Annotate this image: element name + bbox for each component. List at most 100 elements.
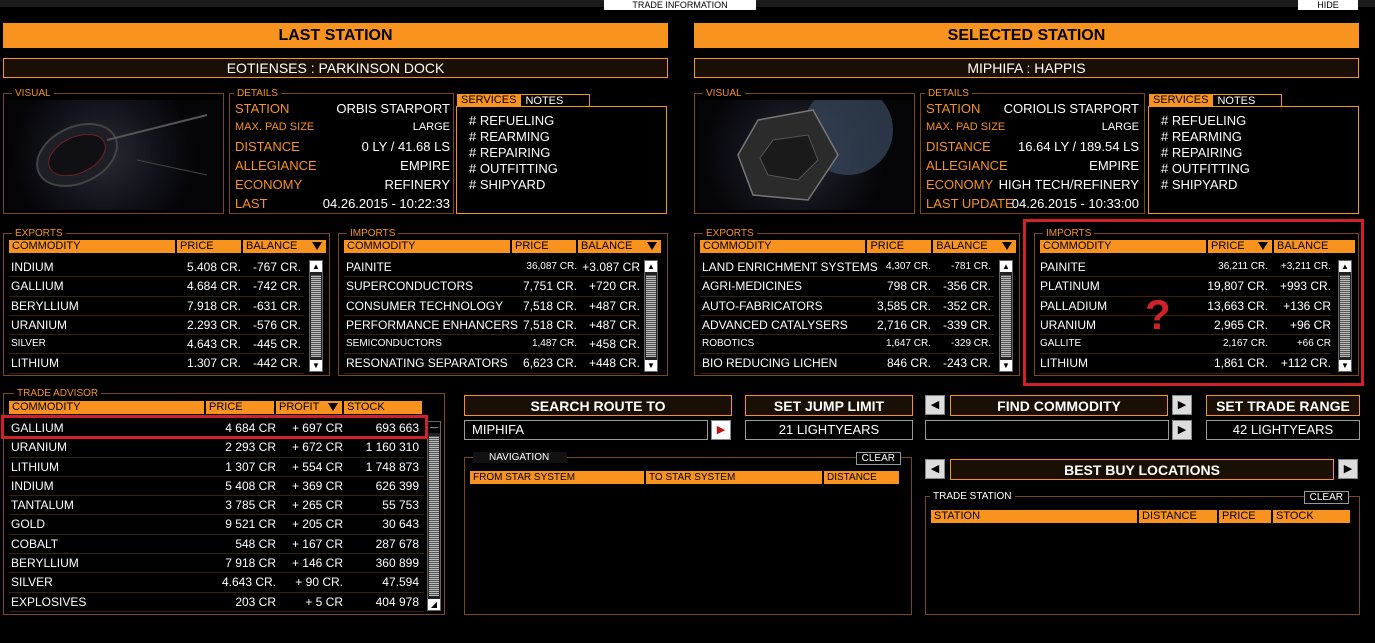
table-row[interactable]: LITHIUM 1 307 CR + 554 CR 1 748 873 xyxy=(9,458,424,477)
selected-station-header: SELECTED STATION xyxy=(694,23,1359,48)
table-row[interactable]: BERYLLIUM 7 918 CR + 146 CR 360 899 xyxy=(9,554,424,574)
scroll-up-icon[interactable]: — xyxy=(428,422,440,433)
scroll-thumb[interactable] xyxy=(646,275,656,357)
scroll-down-icon[interactable]: ▼ xyxy=(1000,360,1012,371)
col-price[interactable]: PRICE xyxy=(867,240,932,253)
col-to-star-system[interactable]: TO STAR SYSTEM xyxy=(646,471,822,484)
play-arrow-icon[interactable]: ▶ xyxy=(1172,420,1192,440)
previous-arrow-icon[interactable]: ◀ xyxy=(925,459,945,479)
table-row[interactable]: COBALT 548 CR + 167 CR 287 678 xyxy=(9,535,424,555)
find-commodity-input[interactable] xyxy=(925,420,1169,440)
exports-scrollbar[interactable]: ▲ ▼ xyxy=(309,260,323,372)
col-price[interactable]: PRICE xyxy=(206,401,274,414)
table-row[interactable]: AUTO-FABRICATORS 3,585 CR. -352 CR. xyxy=(700,297,994,316)
scroll-down-icon[interactable]: ▼ xyxy=(645,360,657,371)
jump-limit-input[interactable]: 21 LIGHTYEARS xyxy=(745,420,913,440)
col-balance[interactable]: BALANCE xyxy=(933,240,1016,253)
scroll-up-icon[interactable]: ▲ xyxy=(645,261,657,272)
col-profit[interactable]: PROFIT xyxy=(276,401,342,414)
last-services-box: SERVICES NOTES # REFUELING # REARMING # … xyxy=(456,94,667,214)
col-commodity[interactable]: COMMODITY xyxy=(344,240,510,253)
detail-row: LAST 04.26.2015 - 10:22:33 xyxy=(235,196,450,211)
table-row[interactable]: INDIUM 5.408 CR. -767 CR. xyxy=(9,258,304,278)
trade-advisor-title: TRADE ADVISOR xyxy=(14,388,102,399)
find-commodity-button[interactable]: FIND COMMODITY xyxy=(950,395,1168,416)
table-row[interactable]: SILVER 4.643 CR. + 90 CR. 47.594 xyxy=(9,573,424,593)
col-stock[interactable]: STOCK xyxy=(1273,510,1350,523)
previous-arrow-icon[interactable]: ◀ xyxy=(925,395,945,415)
table-row[interactable]: EXPLOSIVES 203 CR + 5 CR 404 978 xyxy=(9,593,424,612)
table-row[interactable]: INDIUM 5 408 CR + 369 CR 626 399 xyxy=(9,477,424,497)
col-from-star-system[interactable]: FROM STAR SYSTEM xyxy=(470,471,644,484)
col-distance[interactable]: DISTANCE xyxy=(824,471,899,484)
scroll-up-icon[interactable]: ▲ xyxy=(310,261,322,272)
set-jump-limit-button[interactable]: SET JUMP LIMIT xyxy=(745,395,913,416)
col-distance[interactable]: DISTANCE xyxy=(1139,510,1217,523)
table-row[interactable]: LITHIUM 1.307 CR. -442 CR. xyxy=(9,354,304,374)
table-row[interactable]: RESONATING SEPARATORS 6,623 CR. +448 CR. xyxy=(344,354,640,374)
best-buy-locations-button[interactable]: BEST BUY LOCATIONS xyxy=(950,459,1334,480)
table-row[interactable]: URANIUM 2.293 CR. -576 CR. xyxy=(9,316,304,336)
advisor-scrollbar[interactable]: — ◢ xyxy=(427,421,441,611)
col-commodity[interactable]: COMMODITY xyxy=(9,401,204,414)
tab-notes[interactable]: NOTES xyxy=(1212,94,1283,107)
trade-station-panel: TRADE STATION CLEAR STATION DISTANCE PRI… xyxy=(925,491,1360,615)
service-item: # REFUELING xyxy=(469,113,555,128)
last-details-panel: DETAILS STATION ORBIS STARPORT MAX. PAD S… xyxy=(229,88,454,214)
exports-scrollbar[interactable]: ▲ ▼ xyxy=(999,260,1013,372)
scroll-down-icon[interactable]: ▼ xyxy=(310,360,322,371)
table-row[interactable]: ROBOTICS 1,647 CR. -329 CR. xyxy=(700,335,994,355)
table-row[interactable]: GOLD 9 521 CR + 205 CR 30 643 xyxy=(9,515,424,535)
trade-information-tab[interactable]: TRADE INFORMATION xyxy=(604,0,756,10)
col-balance[interactable]: BALANCE xyxy=(243,240,326,253)
col-price[interactable]: PRICE xyxy=(512,240,576,253)
coriolis-station-image xyxy=(737,100,893,201)
col-commodity[interactable]: COMMODITY xyxy=(700,240,866,253)
table-row[interactable]: GALLIUM 4.684 CR. -742 CR. xyxy=(9,277,304,297)
table-row[interactable]: PAINITE 36,087 CR. +3.087 CR xyxy=(344,258,640,278)
search-route-input[interactable]: MIPHIFA xyxy=(464,420,708,440)
table-row[interactable]: URANIUM 2 293 CR + 672 CR 1 160 310 xyxy=(9,438,424,458)
last-exports-panel: EXPORTS COMMODITY PRICE BALANCE INDIUM 5.… xyxy=(3,228,330,376)
next-arrow-icon[interactable]: ▶ xyxy=(1172,395,1192,415)
play-arrow-icon[interactable]: ▶ xyxy=(711,420,731,440)
scroll-thumb[interactable] xyxy=(1001,275,1011,357)
table-row[interactable]: LAND ENRICHMENT SYSTEMS 4,307 CR. -781 CR. xyxy=(700,258,994,278)
hide-button[interactable]: HIDE xyxy=(1298,0,1358,10)
clear-navigation-button[interactable]: CLEAR xyxy=(855,452,901,465)
col-station[interactable]: STATION xyxy=(931,510,1137,523)
imports-rows: PAINITE 36,087 CR. +3.087 CR SUPERCONDUCTO… xyxy=(344,258,640,374)
next-arrow-icon[interactable]: ▶ xyxy=(1338,459,1358,479)
tab-notes[interactable]: NOTES xyxy=(520,94,591,107)
table-row[interactable]: AGRI-MEDICINES 798 CR. -356 CR. xyxy=(700,277,994,297)
tab-services[interactable]: SERVICES xyxy=(457,94,521,107)
scroll-thumb[interactable] xyxy=(311,275,321,357)
table-row[interactable]: BERYLLIUM 7.918 CR. -631 CR. xyxy=(9,297,304,316)
exports-title: EXPORTS xyxy=(703,228,757,239)
scroll-up-icon[interactable]: ▲ xyxy=(1000,261,1012,272)
table-row[interactable]: SILVER 4.643 CR. -445 CR. xyxy=(9,335,304,355)
table-row[interactable]: BIO REDUCING LICHEN 846 CR. -243 CR. xyxy=(700,354,994,374)
table-row[interactable]: TANTALUM 3 785 CR + 265 CR 55 753 xyxy=(9,496,424,516)
set-trade-range-button[interactable]: SET TRADE RANGE xyxy=(1206,395,1360,416)
col-balance[interactable]: BALANCE xyxy=(578,240,661,253)
tab-services[interactable]: SERVICES xyxy=(1149,94,1213,107)
col-commodity[interactable]: COMMODITY xyxy=(9,240,175,253)
table-row[interactable]: CONSUMER TECHNOLOGY 7,518 CR. +487 CR. xyxy=(344,297,640,316)
search-route-to-button[interactable]: SEARCH ROUTE TO xyxy=(464,395,732,416)
clear-trade-station-button[interactable]: CLEAR xyxy=(1303,491,1349,504)
scroll-thumb[interactable] xyxy=(429,436,439,596)
sort-down-icon xyxy=(312,242,322,250)
col-stock[interactable]: STOCK xyxy=(344,401,422,414)
col-price[interactable]: PRICE xyxy=(1219,510,1271,523)
service-item: # SHIPYARD xyxy=(1161,177,1238,192)
table-row[interactable]: ADVANCED CATALYSERS 2,716 CR. -339 CR. xyxy=(700,316,994,336)
scroll-down-icon[interactable]: ◢ xyxy=(428,599,440,610)
col-price[interactable]: PRICE xyxy=(177,240,241,253)
table-row[interactable]: PERFORMANCE ENHANCERS 7,518 CR. +487 CR. xyxy=(344,316,640,336)
trade-range-input[interactable]: 42 LIGHTYEARS xyxy=(1206,420,1360,440)
trade-station-title: TRADE STATION xyxy=(930,491,1015,502)
table-row[interactable]: SEMICONDUCTORS 1,487 CR. +458 CR. xyxy=(344,335,640,355)
imports-scrollbar[interactable]: ▲ ▼ xyxy=(644,260,658,372)
table-row[interactable]: SUPERCONDUCTORS 7,751 CR. +720 CR. xyxy=(344,277,640,297)
